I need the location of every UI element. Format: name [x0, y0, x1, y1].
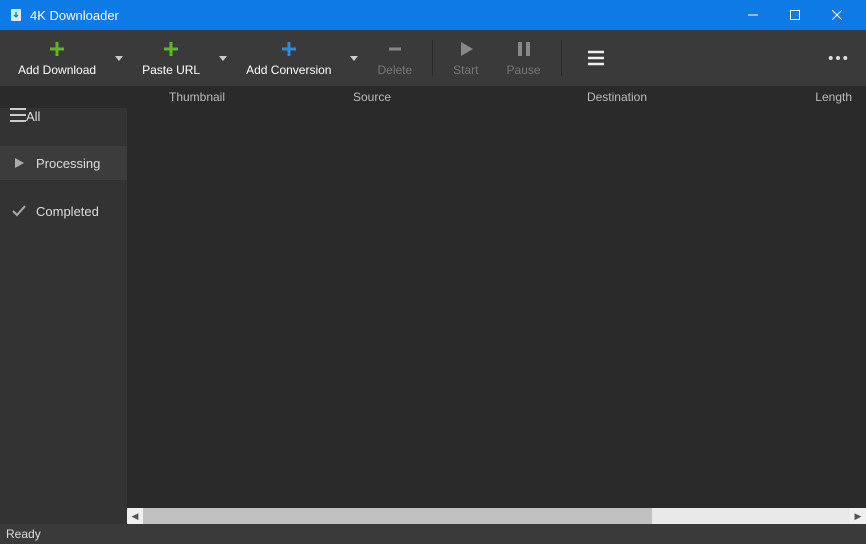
check-icon: [10, 202, 28, 220]
paste-url-label: Paste URL: [142, 63, 200, 77]
add-download-label: Add Download: [18, 63, 96, 77]
main-area: All Processing Completed ◀ ▶: [0, 108, 866, 524]
plus-icon: [47, 39, 67, 59]
scroll-thumb[interactable]: [143, 508, 652, 524]
more-button[interactable]: [814, 48, 862, 68]
menu-button[interactable]: [568, 48, 624, 68]
delete-label: Delete: [377, 63, 412, 77]
toolbar: Add Download Paste URL Add Conversion De…: [0, 30, 866, 86]
app-icon: [8, 7, 24, 23]
start-label: Start: [453, 63, 478, 77]
add-conversion-dropdown[interactable]: [345, 30, 363, 86]
col-length[interactable]: Length: [757, 90, 866, 104]
plus-icon: [279, 39, 299, 59]
add-download-button[interactable]: Add Download: [4, 30, 110, 86]
play-icon: [10, 154, 28, 172]
statusbar: Ready: [0, 524, 866, 544]
content-area: ◀ ▶: [127, 108, 866, 524]
minimize-button[interactable]: [732, 0, 774, 30]
scroll-track[interactable]: [143, 508, 850, 524]
start-button[interactable]: Start: [439, 39, 492, 77]
sidebar-processing-label: Processing: [36, 156, 100, 171]
paste-url-button[interactable]: Paste URL: [128, 30, 214, 86]
sidebar-item-processing[interactable]: Processing: [0, 146, 127, 180]
close-button[interactable]: [816, 0, 858, 30]
pause-label: Pause: [507, 63, 541, 77]
delete-button[interactable]: Delete: [363, 39, 426, 77]
hamburger-icon[interactable]: [10, 108, 26, 125]
paste-url-dropdown[interactable]: [214, 30, 232, 86]
sidebar-item-completed[interactable]: Completed: [0, 194, 127, 228]
maximize-button[interactable]: [774, 0, 816, 30]
pause-icon: [514, 39, 534, 59]
sidebar-completed-label: Completed: [36, 204, 99, 219]
column-headers: Thumbnail Source Destination Length: [0, 86, 866, 108]
horizontal-scrollbar[interactable]: ◀ ▶: [127, 508, 866, 524]
scroll-left-button[interactable]: ◀: [127, 508, 143, 524]
col-destination[interactable]: Destination: [477, 90, 757, 104]
scroll-right-button[interactable]: ▶: [850, 508, 866, 524]
plus-icon: [161, 39, 181, 59]
pause-button[interactable]: Pause: [493, 39, 555, 77]
titlebar: 4K Downloader: [0, 0, 866, 30]
sidebar-all-label[interactable]: All: [26, 109, 40, 124]
col-thumbnail[interactable]: Thumbnail: [127, 90, 267, 104]
add-conversion-label: Add Conversion: [246, 63, 331, 77]
add-download-dropdown[interactable]: [110, 30, 128, 86]
col-source[interactable]: Source: [267, 90, 477, 104]
dots-icon: [828, 48, 848, 68]
add-conversion-button[interactable]: Add Conversion: [232, 30, 345, 86]
minus-icon: [385, 39, 405, 59]
toolbar-separator: [432, 40, 433, 76]
sidebar: All Processing Completed: [0, 108, 127, 524]
hamburger-icon: [586, 48, 606, 68]
status-text: Ready: [6, 527, 41, 541]
sidebar-header: All: [0, 108, 127, 132]
window-title: 4K Downloader: [30, 8, 732, 23]
play-icon: [456, 39, 476, 59]
toolbar-separator: [561, 40, 562, 76]
